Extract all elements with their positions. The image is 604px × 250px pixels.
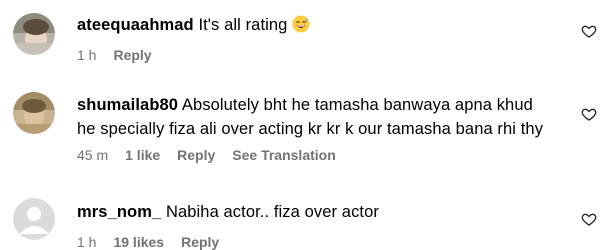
see-translation-button[interactable]: See Translation — [232, 147, 335, 163]
comment-text: Nabiha actor.. fiza over actor — [165, 203, 379, 221]
avatar-photo — [13, 13, 55, 55]
comment-time: 45 m — [77, 147, 109, 163]
comment-time: 1 h — [77, 47, 97, 63]
avatar[interactable] — [13, 92, 55, 134]
grinning-sweat-emoji-icon — [292, 15, 310, 33]
avatar[interactable] — [13, 13, 55, 55]
avatar-photo — [13, 92, 55, 134]
comment-username[interactable]: shumailab80 — [77, 96, 178, 114]
comment-username[interactable]: mrs_nom_ — [77, 203, 161, 221]
likes-count[interactable]: 1 like — [125, 147, 160, 163]
heart-outline-icon[interactable] — [581, 211, 597, 227]
comment-username[interactable]: ateequaahmad — [77, 16, 194, 34]
heart-outline-icon[interactable] — [581, 23, 597, 39]
reply-button[interactable]: Reply — [113, 47, 151, 63]
reply-button[interactable]: Reply — [177, 147, 215, 163]
comment-text-block: shumailab80 Absolutely bht he tamasha ba… — [77, 93, 552, 141]
avatar[interactable] — [13, 198, 55, 240]
default-avatar-icon — [13, 198, 55, 240]
heart-outline-icon[interactable] — [581, 106, 597, 122]
comment-text: It's all rating — [198, 16, 288, 34]
